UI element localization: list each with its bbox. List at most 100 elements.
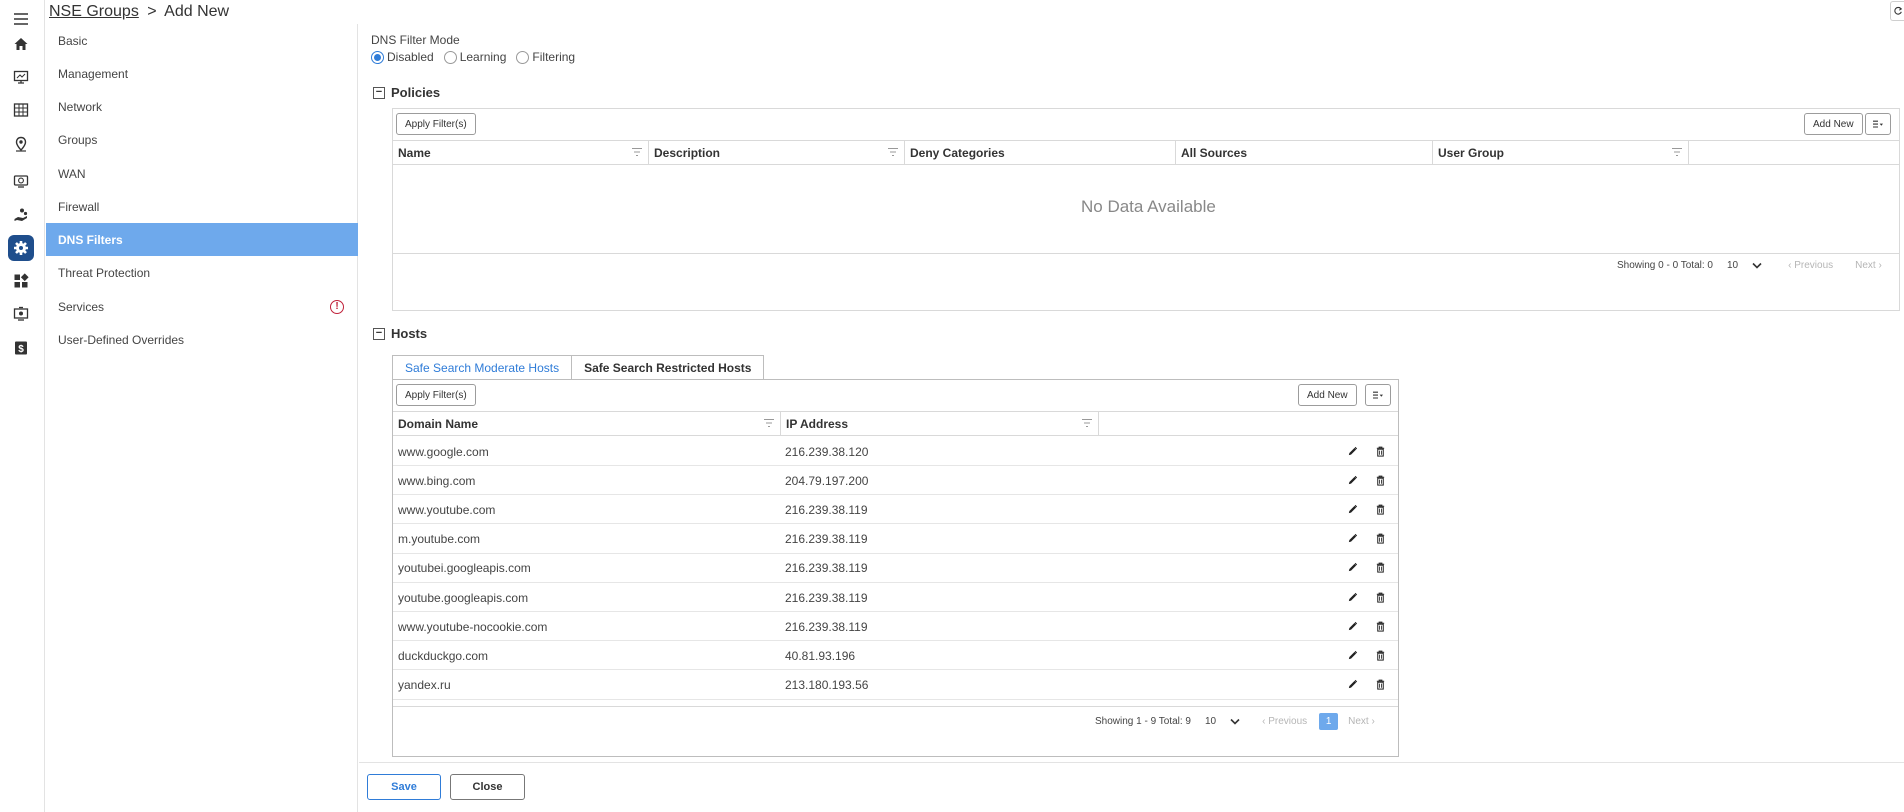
dns-filter-mode-radios: Disabled Learning Filtering bbox=[371, 50, 575, 64]
edit-icon[interactable] bbox=[1345, 619, 1359, 633]
hosts-pager-next[interactable]: Next › bbox=[1348, 716, 1375, 727]
settings-nav: Basic Management Network Groups WAN Fire… bbox=[46, 24, 358, 812]
ip-cell: 216.239.38.119 bbox=[785, 590, 868, 605]
collapse-icon[interactable]: − bbox=[373, 327, 385, 340]
radio-unselected-icon bbox=[443, 50, 457, 64]
home-icon[interactable] bbox=[8, 31, 34, 57]
edit-icon[interactable] bbox=[1345, 648, 1359, 662]
policies-pager-showing: Showing 0 - 0 Total: 0 bbox=[1617, 260, 1713, 271]
ip-cell: 216.239.38.119 bbox=[785, 532, 868, 547]
column-header-user-group[interactable]: User Group bbox=[1433, 141, 1689, 165]
nav-item-services[interactable]: Services ! bbox=[46, 290, 358, 323]
save-button[interactable]: Save bbox=[367, 774, 441, 800]
filter-icon[interactable] bbox=[764, 419, 774, 427]
hosts-apply-filter-button[interactable]: Apply Filter(s) bbox=[396, 384, 476, 406]
policies-add-new-button[interactable]: Add New bbox=[1804, 113, 1863, 135]
chevron-down-icon[interactable] bbox=[1752, 262, 1762, 269]
hosts-column-chooser-button[interactable] bbox=[1365, 384, 1391, 406]
edit-icon[interactable] bbox=[1345, 473, 1359, 487]
svg-text:$: $ bbox=[18, 344, 24, 355]
edit-icon[interactable] bbox=[1345, 561, 1359, 575]
hosts-pager-page[interactable]: 1 bbox=[1319, 713, 1339, 730]
close-button[interactable]: Close bbox=[450, 774, 525, 800]
policies-page-size[interactable]: 10 bbox=[1727, 260, 1738, 271]
main-content: DNS Filter Mode Disabled Learning Filter… bbox=[359, 24, 1904, 812]
nav-item-dns-filters[interactable]: DNS Filters bbox=[46, 223, 358, 256]
location-pin-icon[interactable] bbox=[8, 131, 34, 157]
hosts-add-new-button[interactable]: Add New bbox=[1298, 384, 1357, 406]
delete-icon[interactable] bbox=[1373, 473, 1387, 487]
hosts-pager-previous[interactable]: ‹ Previous bbox=[1262, 716, 1307, 727]
table-row: www.bing.com 204.79.197.200 bbox=[393, 466, 1398, 496]
refresh-icon bbox=[1893, 6, 1902, 15]
dollar-icon[interactable]: $ bbox=[8, 335, 34, 361]
policies-pager-previous[interactable]: ‹ Previous bbox=[1788, 260, 1833, 271]
delete-icon[interactable] bbox=[1373, 619, 1387, 633]
nav-item-firewall[interactable]: Firewall bbox=[46, 190, 358, 223]
radio-disabled[interactable]: Disabled bbox=[371, 50, 434, 64]
apps-grid-icon[interactable] bbox=[8, 268, 34, 294]
nav-item-threat-protection[interactable]: Threat Protection bbox=[46, 256, 358, 289]
camera-monitor-icon[interactable] bbox=[8, 301, 34, 327]
column-header-name[interactable]: Name bbox=[393, 141, 649, 165]
table-row: www.google.com 216.239.38.120 bbox=[393, 437, 1398, 466]
screen-sync-icon[interactable] bbox=[8, 168, 34, 194]
ip-cell: 213.180.193.56 bbox=[785, 678, 869, 693]
edit-icon[interactable] bbox=[1345, 444, 1359, 458]
hosts-tabs: Safe Search Moderate Hosts Safe Search R… bbox=[392, 355, 765, 380]
edit-icon[interactable] bbox=[1345, 678, 1359, 692]
filter-icon[interactable] bbox=[632, 148, 642, 156]
tab-safe-search-restricted-hosts[interactable]: Safe Search Restricted Hosts bbox=[571, 355, 765, 380]
delete-icon[interactable] bbox=[1373, 532, 1387, 546]
tab-safe-search-moderate-hosts[interactable]: Safe Search Moderate Hosts bbox=[392, 355, 573, 380]
gear-icon[interactable] bbox=[8, 235, 34, 261]
hosts-page-size[interactable]: 10 bbox=[1205, 716, 1216, 727]
breadcrumb-link-nse-groups[interactable]: NSE Groups bbox=[49, 3, 139, 20]
column-header-domain-name[interactable]: Domain Name bbox=[393, 412, 781, 436]
column-header-deny-categories[interactable]: Deny Categories bbox=[905, 141, 1176, 165]
chevron-down-icon[interactable] bbox=[1230, 718, 1240, 725]
column-header-description[interactable]: Description bbox=[649, 141, 905, 165]
policies-pager-next[interactable]: Next › bbox=[1855, 260, 1882, 271]
filter-icon[interactable] bbox=[888, 148, 898, 156]
radio-filtering[interactable]: Filtering bbox=[516, 50, 575, 64]
edit-icon[interactable] bbox=[1345, 590, 1359, 604]
hand-people-icon[interactable] bbox=[8, 202, 34, 228]
delete-icon[interactable] bbox=[1373, 648, 1387, 662]
column-header-all-sources[interactable]: All Sources bbox=[1176, 141, 1433, 165]
column-header-ip-address[interactable]: IP Address bbox=[781, 412, 1099, 436]
policies-section-header[interactable]: − Policies bbox=[373, 85, 440, 100]
table-icon[interactable] bbox=[8, 97, 34, 123]
nav-item-wan[interactable]: WAN bbox=[46, 157, 358, 190]
delete-icon[interactable] bbox=[1373, 444, 1387, 458]
refresh-button[interactable] bbox=[1890, 1, 1904, 21]
collapse-icon[interactable]: − bbox=[373, 86, 385, 99]
domain-cell: m.youtube.com bbox=[398, 532, 481, 547]
table-row: youtubei.googleapis.com 216.239.38.119 bbox=[393, 554, 1398, 583]
delete-icon[interactable] bbox=[1373, 561, 1387, 575]
policies-footer-divider bbox=[393, 253, 1899, 254]
policies-column-chooser-button[interactable] bbox=[1865, 113, 1891, 135]
policies-apply-filter-button[interactable]: Apply Filter(s) bbox=[396, 113, 476, 135]
monitor-icon[interactable] bbox=[8, 64, 34, 90]
edit-icon[interactable] bbox=[1345, 532, 1359, 546]
nav-item-user-defined-overrides[interactable]: User-Defined Overrides bbox=[46, 323, 358, 356]
domain-cell: duckduckgo.com bbox=[398, 648, 489, 663]
edit-icon[interactable] bbox=[1345, 502, 1359, 516]
radio-learning[interactable]: Learning bbox=[443, 50, 506, 64]
table-row: duckduckgo.com 40.81.93.196 bbox=[393, 641, 1398, 671]
policies-pager: Showing 0 - 0 Total: 0 10 ‹ Previous Nex… bbox=[1617, 260, 1882, 271]
filter-icon[interactable] bbox=[1672, 148, 1682, 156]
delete-icon[interactable] bbox=[1373, 678, 1387, 692]
nav-item-groups[interactable]: Groups bbox=[46, 123, 358, 156]
delete-icon[interactable] bbox=[1373, 502, 1387, 516]
nav-item-basic[interactable]: Basic bbox=[46, 24, 358, 57]
delete-icon[interactable] bbox=[1373, 590, 1387, 604]
filter-icon[interactable] bbox=[1082, 419, 1092, 427]
hosts-section-header[interactable]: − Hosts bbox=[373, 326, 427, 341]
domain-cell: youtube.googleapis.com bbox=[398, 590, 529, 605]
nav-item-management[interactable]: Management bbox=[46, 57, 358, 90]
nav-item-network[interactable]: Network bbox=[46, 90, 358, 123]
table-row: youtube.googleapis.com 216.239.38.119 bbox=[393, 583, 1398, 612]
menu-icon[interactable] bbox=[8, 6, 34, 32]
